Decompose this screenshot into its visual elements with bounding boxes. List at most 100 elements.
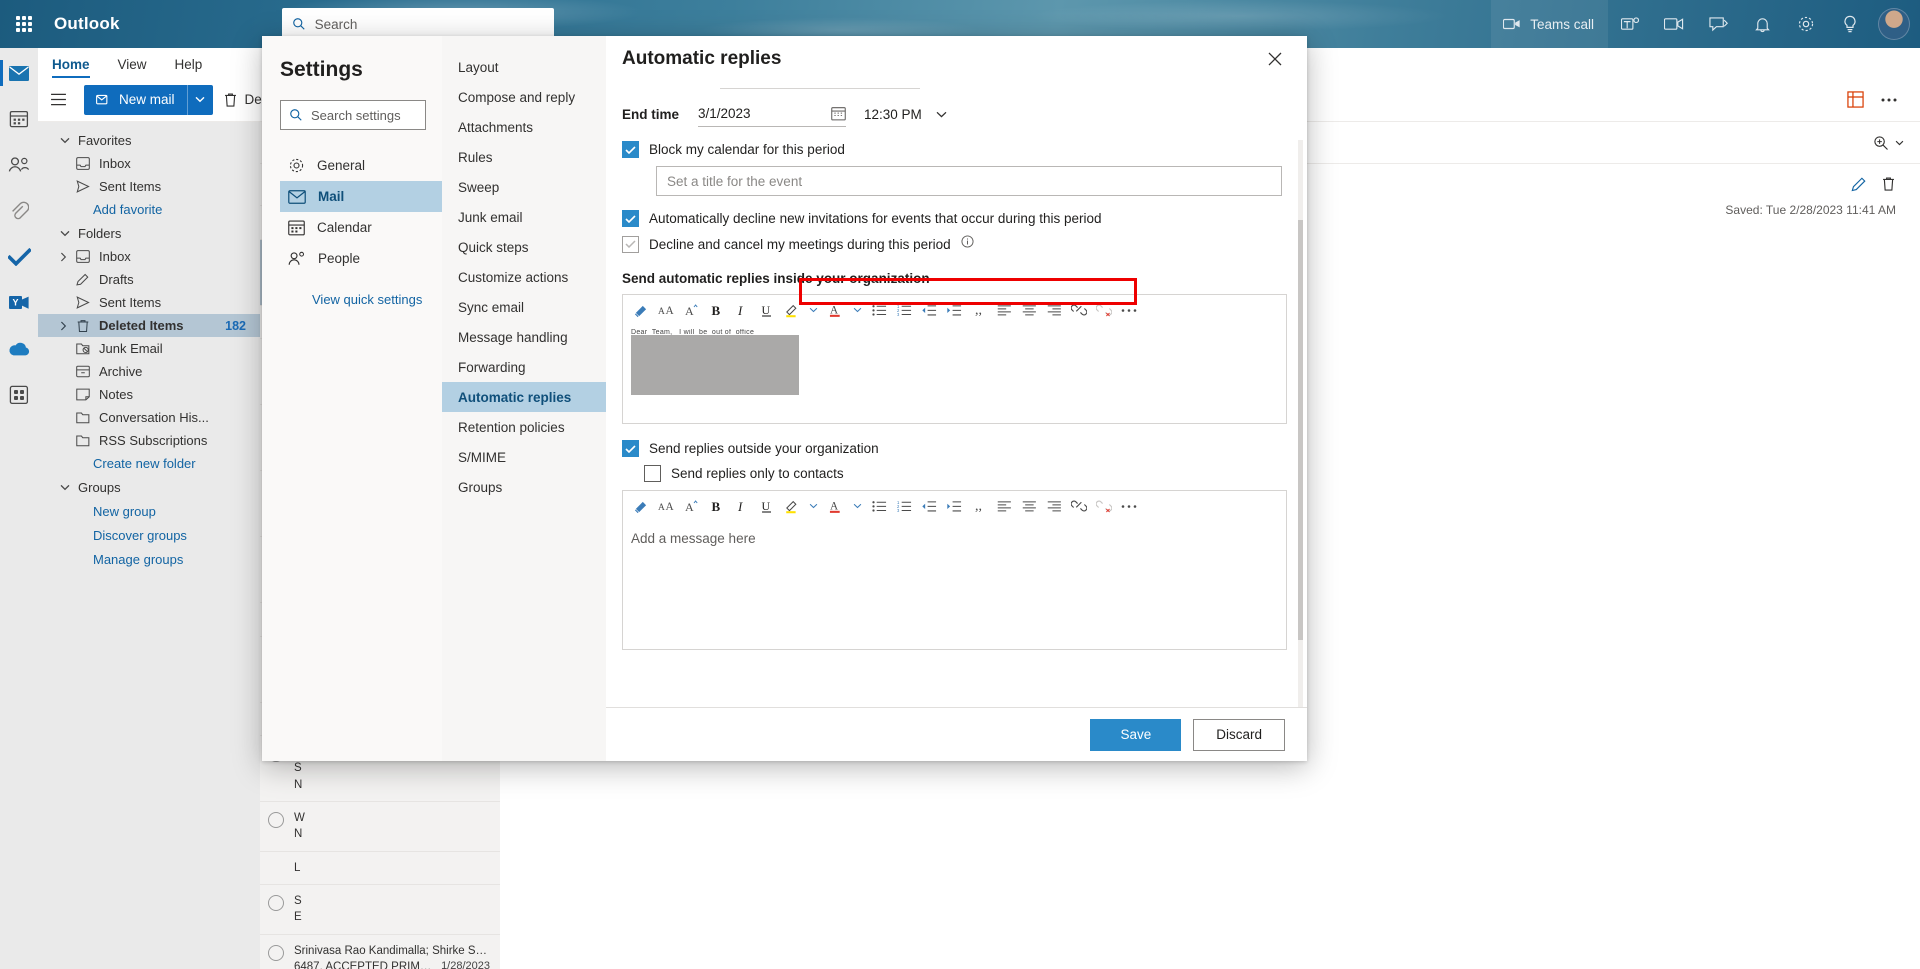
font-size-grow-icon[interactable]: AA [654, 493, 678, 519]
align-right-icon[interactable] [1042, 493, 1066, 519]
increase-indent-icon[interactable] [942, 297, 966, 323]
table-row[interactable]: Srinivasa Rao Kandimalla; Shirke Sameer … [260, 935, 500, 969]
rail-calendar-icon[interactable] [0, 102, 38, 136]
highlight-icon[interactable] [779, 297, 803, 323]
close-icon[interactable] [1261, 45, 1289, 73]
favorite-inbox[interactable]: Inbox [38, 152, 260, 175]
tab-help[interactable]: Help [161, 55, 217, 78]
new-group-link[interactable]: New group [38, 499, 260, 523]
folder-conversation-history[interactable]: Conversation His... [38, 406, 260, 429]
folder-drafts[interactable]: Drafts [38, 268, 260, 291]
underline-icon[interactable]: U [754, 297, 778, 323]
italic-icon[interactable]: I [729, 493, 753, 519]
select-circle-icon[interactable] [268, 811, 284, 828]
rail-files-icon[interactable] [0, 194, 38, 228]
bold-icon[interactable]: B [704, 297, 728, 323]
lightbulb-icon[interactable] [1828, 0, 1872, 48]
groups-header[interactable]: Groups [38, 475, 260, 499]
settings-search-input[interactable]: Search settings [280, 100, 426, 130]
increase-indent-icon[interactable] [942, 493, 966, 519]
pencil-icon[interactable] [1851, 176, 1867, 197]
format-painter-icon[interactable] [629, 297, 653, 323]
rail-people-icon[interactable] [0, 148, 38, 182]
insert-link-icon[interactable] [1067, 493, 1091, 519]
select-circle-icon[interactable] [268, 944, 284, 961]
bulleted-list-icon[interactable] [867, 297, 891, 323]
bell-icon[interactable] [1740, 0, 1784, 48]
decrease-indent-icon[interactable] [917, 493, 941, 519]
subcategory-attachments[interactable]: Attachments [442, 112, 606, 142]
inside-org-body[interactable]: Dear Team, I will be out of office [623, 325, 1286, 405]
table-row[interactable]: S E [260, 885, 500, 935]
chevron-down-icon[interactable] [936, 111, 947, 118]
select-circle-icon[interactable] [268, 894, 284, 911]
auto-decline-row[interactable]: Automatically decline new invitations fo… [622, 210, 1287, 227]
settings-category-people[interactable]: People [280, 243, 442, 274]
subcategory-automatic-replies[interactable]: Automatic replies [442, 382, 606, 412]
contacts-only-checkbox[interactable] [644, 465, 661, 482]
discover-groups-link[interactable]: Discover groups [38, 523, 260, 547]
avatar[interactable] [1878, 8, 1910, 40]
folder-deleted-items[interactable]: Deleted Items 182 [38, 314, 260, 337]
italic-icon[interactable]: I [729, 297, 753, 323]
settings-panel-scroll[interactable]: End time 3/1/2023 12:30 PM Block my cale… [606, 82, 1307, 707]
hamburger-icon[interactable] [38, 78, 78, 122]
outside-org-row[interactable]: Send replies outside your organization [622, 440, 1287, 457]
folder-inbox[interactable]: Inbox [38, 245, 260, 268]
manage-groups-link[interactable]: Manage groups [38, 547, 260, 571]
table-row[interactable]: W N [260, 802, 500, 852]
auto-decline-checkbox[interactable] [622, 210, 639, 227]
subcategory-compose-and-reply[interactable]: Compose and reply [442, 82, 606, 112]
font-size-shrink-icon[interactable]: A [679, 493, 703, 519]
discard-button[interactable]: Discard [1193, 718, 1285, 751]
highlight-caret-icon[interactable] [804, 297, 822, 323]
font-color-icon[interactable]: A [823, 493, 847, 519]
font-color-caret-icon[interactable] [848, 493, 866, 519]
save-button[interactable]: Save [1090, 718, 1182, 751]
decline-cancel-row[interactable]: Decline and cancel my meetings during th… [622, 235, 1287, 253]
bulleted-list-icon[interactable] [867, 493, 891, 519]
bold-icon[interactable]: B [704, 493, 728, 519]
highlight-caret-icon[interactable] [804, 493, 822, 519]
zoom-control[interactable] [1873, 135, 1904, 151]
subcategory-forwarding[interactable]: Forwarding [442, 352, 606, 382]
calendar-icon[interactable] [831, 106, 846, 121]
event-title-input[interactable]: Set a title for the event [656, 166, 1282, 196]
chevron-right-icon[interactable] [60, 314, 67, 337]
subcategory-groups[interactable]: Groups [442, 472, 606, 502]
block-calendar-row[interactable]: Block my calendar for this period [622, 141, 1287, 158]
align-right-icon[interactable] [1042, 297, 1066, 323]
insert-link-icon[interactable] [1067, 297, 1091, 323]
settings-category-mail[interactable]: Mail [280, 181, 442, 212]
subcategory-layout[interactable]: Layout [442, 52, 606, 82]
folder-rss-subscriptions[interactable]: RSS Subscriptions [38, 429, 260, 452]
font-size-shrink-icon[interactable]: A [679, 297, 703, 323]
rail-yammer-icon[interactable]: Y [0, 286, 38, 320]
meet-now-icon[interactable] [1652, 0, 1696, 48]
numbered-list-icon[interactable]: 123 [892, 297, 916, 323]
settings-scrollbar[interactable] [1298, 140, 1303, 707]
font-size-grow-icon[interactable]: AA [654, 297, 678, 323]
end-time-input[interactable]: 12:30 PM [864, 107, 947, 122]
tab-view[interactable]: View [104, 55, 161, 78]
create-new-folder-link[interactable]: Create new folder [38, 452, 260, 475]
feedback-icon[interactable] [1696, 0, 1740, 48]
decline-cancel-checkbox[interactable] [622, 235, 639, 253]
folders-header[interactable]: Folders [38, 221, 260, 245]
rail-mail-icon[interactable] [0, 56, 38, 90]
app-launcher-icon[interactable] [0, 0, 48, 48]
underline-icon[interactable]: U [754, 493, 778, 519]
tab-home[interactable]: Home [38, 55, 104, 78]
view-quick-settings-link[interactable]: View quick settings [280, 292, 442, 307]
folder-junk-email[interactable]: Junk Email [38, 337, 260, 360]
inside-org-editor[interactable]: AA A B I U A 123 ,, Dear Team, I will be… [622, 294, 1287, 424]
quote-icon[interactable]: ,, [967, 297, 991, 323]
subcategory-quick-steps[interactable]: Quick steps [442, 232, 606, 262]
subcategory-smime[interactable]: S/MIME [442, 442, 606, 472]
folder-archive[interactable]: Archive [38, 360, 260, 383]
subcategory-sync-email[interactable]: Sync email [442, 292, 606, 322]
align-center-icon[interactable] [1017, 493, 1041, 519]
subcategory-rules[interactable]: Rules [442, 142, 606, 172]
chevron-right-icon[interactable] [60, 245, 67, 268]
font-color-icon[interactable]: A [823, 297, 847, 323]
